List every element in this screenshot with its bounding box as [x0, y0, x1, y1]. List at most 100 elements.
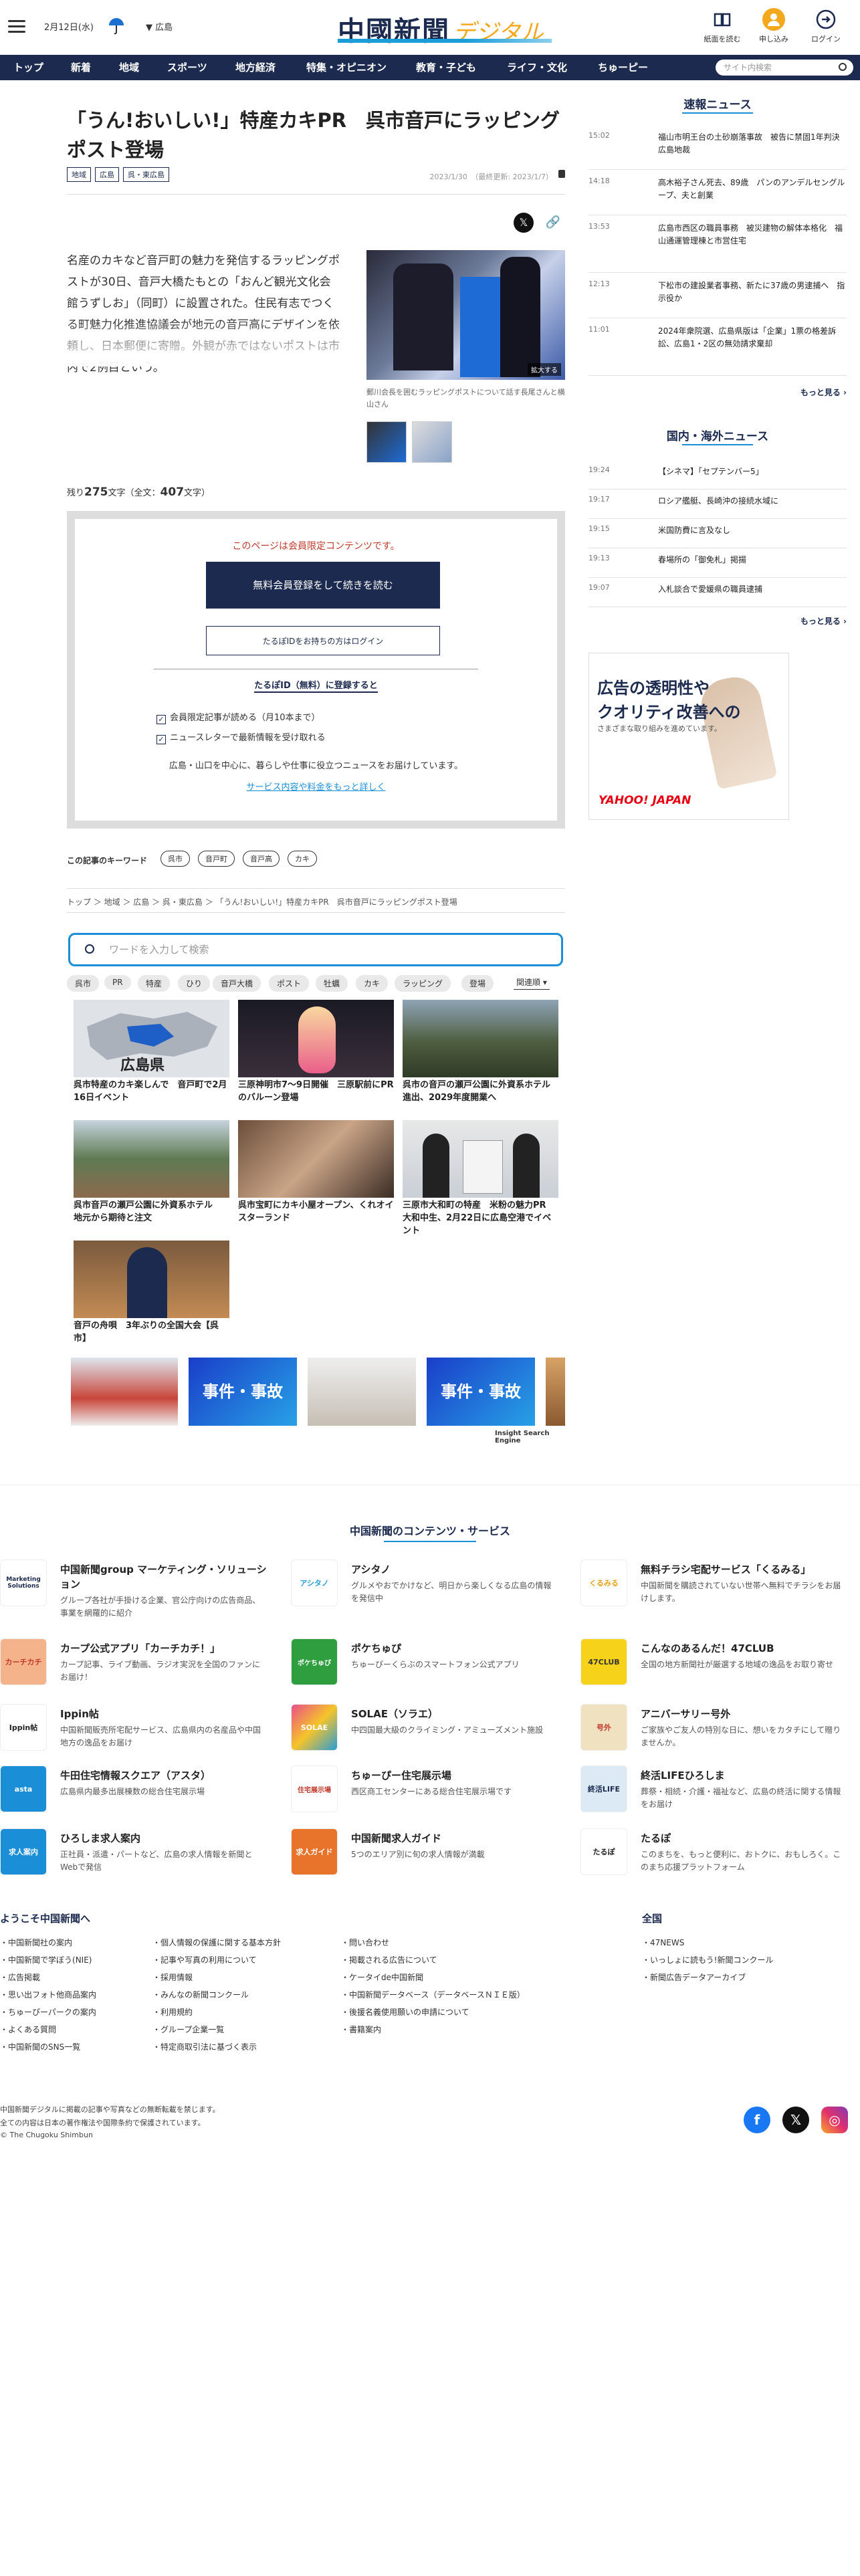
nav-top[interactable]: トップ — [13, 55, 43, 80]
related-banner-incident[interactable]: 事件・事故 — [427, 1358, 535, 1426]
photo-thumb-2[interactable] — [412, 421, 452, 463]
related-card[interactable]: 音戸の舟唄 3年ぶりの全国大会【呉市】 — [74, 1241, 229, 1345]
service-item[interactable]: SOLAE SOLAE（ソラエ） 中四国最大級のクライミング・アミューズメント施設 — [291, 1704, 558, 1757]
breaking-news-item[interactable]: 13:53 広島市西区の職員事務 被災建物の解体本格化 福山通運管理棟と市営住宅 — [588, 222, 847, 273]
zoom-button[interactable]: 拡大する — [528, 363, 561, 376]
footer-link[interactable]: ・みんなの新聞コンクール — [152, 1989, 249, 2000]
world-news-item[interactable]: 19:15 米国防費に言及なし — [588, 524, 847, 548]
footer-link[interactable]: ・よくある質問 — [0, 2024, 56, 2035]
related-card[interactable]: 呉市の音戸の瀬戸公園に外資系ホテル進出、2029年度開業へ — [403, 1000, 558, 1104]
nav-life[interactable]: ライフ・文化 — [507, 55, 567, 80]
world-news-item[interactable]: 19:17 ロシア艦艇、長崎沖の接続水域に — [588, 495, 847, 519]
breaking-news-item[interactable]: 15:02 福山市明王台の土砂崩落事故 被告に禁固1年判決 広島地裁 — [588, 131, 848, 170]
photo-thumb-1[interactable] — [366, 421, 407, 463]
service-item[interactable]: asta 牛田住宅情報スクエア（アスタ） 広島県内最多出展棟数の総合住宅展示場 — [0, 1765, 267, 1819]
related-card[interactable]: 三原市大和町の特産 米粉の魅力PR 大和中生、2月22日に広島空港でイベント — [403, 1120, 558, 1237]
service-item[interactable]: 求人案内 ひろしま求人案内 正社員・派遣・パートなど、広島の求人情報を新聞とWebで… — [0, 1828, 267, 1882]
breaking-news-item[interactable]: 11:01 2024年衆院選、広島県版は「企業」1票の格差訴訟、広島1・2区の無効… — [588, 325, 847, 376]
footer-link[interactable]: ・思い出フォト他商品案内 — [0, 1989, 96, 2000]
keyword-chip[interactable]: 呉市 — [160, 851, 190, 867]
tag-kure[interactable]: 呉・東広島 — [123, 167, 169, 182]
keyword-chip[interactable]: 音戸町 — [198, 851, 235, 867]
service-item[interactable]: 終活LIFE 終活LIFEひろしま 葬祭・相続・介護・福祉など、広島の終活に関する情… — [580, 1765, 848, 1819]
register-button[interactable]: 無料会員登録をして続きを読む — [206, 562, 440, 609]
service-item[interactable]: たるぽ たるぽ このまちを、もっと便利に、おトクに、おもしろく。このまち応援プラット… — [580, 1828, 848, 1882]
related-banner[interactable] — [71, 1358, 178, 1426]
footer-link[interactable]: ・ケータイde中国新聞 — [341, 1971, 423, 1983]
facebook-icon[interactable]: f — [744, 2107, 770, 2133]
nav-chupy[interactable]: ちゅーピー — [598, 55, 648, 80]
related-banner[interactable] — [546, 1358, 565, 1426]
footer-link[interactable]: ・グループ企業一覧 — [152, 2024, 224, 2035]
related-search-input[interactable]: ワードを入力して検索 — [68, 933, 563, 966]
related-chip[interactable]: 音戸大橋 — [213, 975, 261, 992]
footer-link[interactable]: ・新聞広告データアーカイブ — [642, 1971, 746, 1983]
footer-link[interactable]: ・47NEWS — [642, 1937, 684, 1948]
login-button[interactable]: ログイン — [802, 8, 849, 44]
footer-link[interactable]: ・中国新聞のSNS一覧 — [0, 2041, 80, 2052]
copy-link-icon[interactable]: 🔗 — [543, 213, 563, 233]
related-banner-incident[interactable]: 事件・事故 — [189, 1358, 297, 1426]
nav-education[interactable]: 教育・子ども — [416, 55, 476, 80]
service-item[interactable]: 47CLUB こんなのあるんだ！47CLUB 全国の地方新聞社が厳選する地域の逸品を… — [580, 1638, 848, 1692]
sort-dropdown[interactable]: 関連順 ▾ — [514, 975, 550, 990]
service-item[interactable]: 号外 アニバーサリー号外 ご家族やご友人の特別な日に、想いをカタチにして贈りませんか… — [580, 1704, 848, 1757]
service-item[interactable]: 住宅展示場 ちゅーぴー住宅展示場 西区商工センターにある総合住宅展示場です — [291, 1765, 558, 1819]
related-card[interactable]: 広島県 呉市特産のカキ楽しんで 音戸町で2月16日イベント — [74, 1000, 229, 1104]
related-chip[interactable]: 牡蠣 — [316, 975, 348, 992]
related-chip[interactable]: カキ — [356, 975, 389, 992]
site-search-input[interactable]: サイト内検索 — [716, 60, 853, 76]
share-x-icon[interactable]: 𝕏 — [514, 213, 534, 233]
footer-link[interactable]: ・広告掲載 — [0, 1971, 40, 1983]
related-chip[interactable]: 特産 — [138, 975, 171, 992]
related-chip[interactable]: ひり — [178, 975, 211, 992]
world-news-item[interactable]: 19:24 【シネマ】「セプテンバー5」 — [588, 465, 847, 490]
breaking-news-item[interactable]: 14:18 高木裕子さん死去、89歳 パンのアンデルセングループ、夫と創業 — [588, 177, 847, 215]
footer-link[interactable]: ・後援名義使用願いの申請について — [341, 2006, 469, 2018]
world-news-item[interactable]: 19:07 入札談合で愛媛県の職員逮捕 — [588, 583, 847, 607]
footer-link[interactable]: ・中国新聞で学ぼう(NIE) — [0, 1954, 92, 1965]
footer-link[interactable]: ・いっしょに読もう!新聞コンクール — [642, 1954, 773, 1965]
sidebar-ad[interactable]: 広告の透明性や クオリティ改善への さまざまな取り組みを進めています。 YAHOO… — [588, 653, 789, 820]
instagram-icon[interactable]: ◎ — [821, 2107, 848, 2133]
service-item[interactable]: Marketing Solutions 中国新聞group マーケティング・ソリュ… — [0, 1560, 267, 1618]
nav-feature[interactable]: 特集・オピニオン — [306, 55, 387, 80]
service-item[interactable]: カーチカチ カープ公式アプリ「カーチカチ！」 カープ記事、ライブ動画、ラジオ実況を全… — [0, 1638, 267, 1692]
signup-button[interactable]: 申し込み — [750, 8, 797, 44]
related-chip[interactable]: ポスト — [269, 975, 310, 992]
footer-link[interactable]: ・問い合わせ — [341, 1937, 389, 1948]
read-paper-button[interactable]: 紙面を読む — [699, 8, 746, 44]
service-item[interactable]: Ippin帖 Ippin帖 中国新聞販売所宅配サービス、広島県内の名産品や中国地方の… — [0, 1704, 267, 1757]
article-photo[interactable]: 拡大する — [366, 250, 565, 380]
footer-link[interactable]: ・個人情報の保護に関する基本方針 — [152, 1937, 281, 1948]
footer-link[interactable]: ・特定商取引法に基づく表示 — [152, 2041, 257, 2052]
related-card[interactable]: 三原神明市7〜9日開催 三原駅前にPRのバルーン登場 — [238, 1000, 394, 1104]
related-chip[interactable]: ラッピング — [395, 975, 451, 992]
footer-link[interactable]: ・掲載される広告について — [341, 1954, 437, 1965]
tag-hiroshima[interactable]: 広島 — [95, 167, 119, 182]
login-id-button[interactable]: たるぽIDをお持ちの方はログイン — [206, 626, 440, 655]
related-chip[interactable]: PR — [104, 975, 131, 990]
service-item[interactable]: アシタノ アシタノ グルメやおでかけなど、明日から楽しくなる広島の情報を発信中 — [291, 1560, 558, 1613]
service-item[interactable]: ポケちゅぴ ポケちゅぴ ちゅーぴーくらぶのスマートフォン公式アプリ — [291, 1638, 558, 1692]
footer-link[interactable]: ・利用規約 — [152, 2006, 193, 2018]
site-logo[interactable]: 中國新聞 デジタル — [338, 9, 552, 47]
footer-link[interactable]: ・ちゅーぴーパークの案内 — [0, 2006, 96, 2018]
nav-sports[interactable]: スポーツ — [167, 55, 207, 80]
world-news-item[interactable]: 19:13 春場所の「御免札」掲揚 — [588, 554, 847, 578]
footer-link[interactable]: ・採用情報 — [152, 1971, 193, 1983]
world-more-link[interactable]: もっと見る › — [800, 615, 847, 627]
tag-region[interactable]: 地域 — [67, 167, 91, 182]
nav-economy[interactable]: 地方経済 — [235, 55, 276, 80]
menu-icon[interactable] — [8, 20, 25, 33]
related-card[interactable]: 呉市宝町にカキ小屋オープン、くれオイスターランド — [238, 1120, 394, 1224]
footer-link[interactable]: ・中国新聞データベース（データベースＮＩＥ版） — [341, 1989, 525, 2000]
breadcrumb[interactable]: トップ ＞ 地域 ＞ 広島 ＞ 呉・東広島 ＞ 「うん!おいしい!」特産カキPR… — [67, 896, 457, 907]
nav-region[interactable]: 地域 — [119, 55, 139, 80]
related-chip[interactable]: 登場 — [461, 975, 494, 992]
region-selector[interactable]: ▼ 広島 — [146, 20, 173, 33]
x-icon[interactable]: 𝕏 — [782, 2107, 809, 2133]
service-item[interactable]: くるみる 無料チラシ宅配サービス「くるみる」 中国新聞を購読されていない世帯へ無料で… — [580, 1560, 848, 1613]
footer-link[interactable]: ・記事や写真の利用について — [152, 1954, 257, 1965]
related-card[interactable]: 呉市音戸の瀬戸公園に外資系ホテル 地元から期待と注文 — [74, 1120, 229, 1224]
